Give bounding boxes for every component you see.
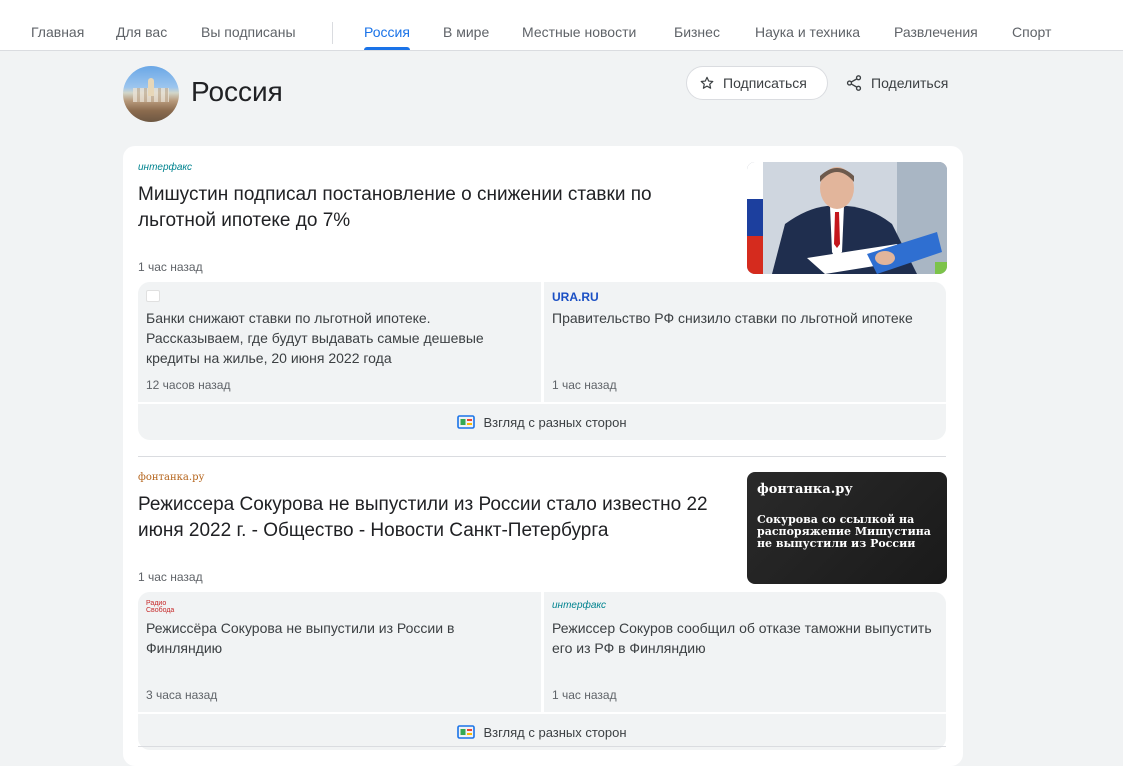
subscribe-button[interactable]: Подписаться xyxy=(686,66,828,100)
story-card: интерфакс Мишустин подписал постановлени… xyxy=(138,162,947,440)
tab-sports[interactable]: Спорт xyxy=(1012,0,1051,50)
tab-following[interactable]: Вы подписаны xyxy=(201,0,296,50)
tab-science-tech[interactable]: Наука и техника xyxy=(755,0,860,50)
thumbnail-logo: фонтанка.ру xyxy=(757,482,853,497)
source-placeholder-icon xyxy=(146,290,160,302)
thumbnail-caption: Сокурова со ссылкой на распоряжение Мишу… xyxy=(757,513,931,550)
tab-home[interactable]: Главная xyxy=(31,0,84,50)
tab-local-news[interactable]: Местные новости xyxy=(522,0,636,50)
story-divider xyxy=(138,456,946,457)
related-headline[interactable]: Банки снижают ставки по льготной ипотеке… xyxy=(146,308,526,368)
full-coverage-icon xyxy=(457,725,476,739)
full-coverage-label: Взгляд с разных сторон xyxy=(483,414,627,430)
related-time: 1 час назад xyxy=(552,688,617,702)
related-time: 3 часа назад xyxy=(146,688,218,702)
story-divider xyxy=(138,746,946,747)
share-label: Поделиться xyxy=(871,75,949,91)
related-headline[interactable]: Правительство РФ снизило ставки по льгот… xyxy=(552,308,932,328)
share-button[interactable]: Поделиться xyxy=(845,66,948,100)
tab-entertainment[interactable]: Развлечения xyxy=(894,0,978,50)
related-headline[interactable]: Режиссер Сокуров сообщил об отказе тамож… xyxy=(552,618,932,658)
related-time: 1 час назад xyxy=(552,378,617,392)
page-title: Россия xyxy=(191,76,283,107)
tab-world[interactable]: В мире xyxy=(443,0,489,50)
source-logo-interfax[interactable]: интерфакс xyxy=(552,600,606,612)
related-item[interactable]: URA.RU Правительство РФ снизило ставки п… xyxy=(544,282,946,402)
share-icon xyxy=(846,75,862,91)
story-thumbnail[interactable]: фонтанка.ру Сокурова со ссылкой на распо… xyxy=(747,472,947,584)
full-coverage-button[interactable]: Взгляд с разных сторон xyxy=(138,714,946,750)
news-feed: интерфакс Мишустин подписал постановлени… xyxy=(123,146,963,766)
related-item[interactable]: Радио Свобода Режиссёра Сокурова не выпу… xyxy=(138,592,540,712)
related-headline[interactable]: Режиссёра Сокурова не выпустили из Росси… xyxy=(146,618,526,658)
related-coverage: Радио Свобода Режиссёра Сокурова не выпу… xyxy=(138,592,946,750)
story-time: 1 час назад xyxy=(138,260,203,274)
source-logo-interfax[interactable]: интерфакс xyxy=(138,162,192,174)
tab-business[interactable]: Бизнес xyxy=(674,0,720,50)
full-coverage-icon xyxy=(457,415,476,429)
source-logo-ura[interactable]: URA.RU xyxy=(552,290,599,304)
photo-thumbnail xyxy=(747,162,947,274)
story-thumbnail[interactable] xyxy=(747,162,947,274)
star-icon xyxy=(700,76,714,89)
related-item[interactable]: Банки снижают ставки по льготной ипотеке… xyxy=(138,282,540,402)
story-headline[interactable]: Режиссера Сокурова не выпустили из Росси… xyxy=(138,492,723,544)
story-headline[interactable]: Мишустин подписал постановление о снижен… xyxy=(138,182,723,234)
tab-for-you[interactable]: Для вас xyxy=(116,0,167,50)
story-time: 1 час назад xyxy=(138,570,203,584)
top-navigation: Главная Для вас Вы подписаны Россия В ми… xyxy=(0,0,1123,51)
related-coverage: Банки снижают ставки по льготной ипотеке… xyxy=(138,282,946,440)
tab-russia[interactable]: Россия xyxy=(364,0,410,50)
nav-divider xyxy=(332,22,333,44)
full-coverage-button[interactable]: Взгляд с разных сторон xyxy=(138,404,946,440)
related-item[interactable]: интерфакс Режиссер Сокуров сообщил об от… xyxy=(544,592,946,712)
topic-avatar xyxy=(123,66,179,122)
full-coverage-label: Взгляд с разных сторон xyxy=(483,724,627,740)
related-time: 12 часов назад xyxy=(146,378,231,392)
subscribe-label: Подписаться xyxy=(723,75,807,91)
source-logo-fontanka[interactable]: фонтанка.ру xyxy=(138,472,204,484)
source-logo-svoboda[interactable]: Радио Свобода xyxy=(146,600,174,614)
story-card: фонтанка.ру Режиссера Сокурова не выпуст… xyxy=(138,472,947,750)
